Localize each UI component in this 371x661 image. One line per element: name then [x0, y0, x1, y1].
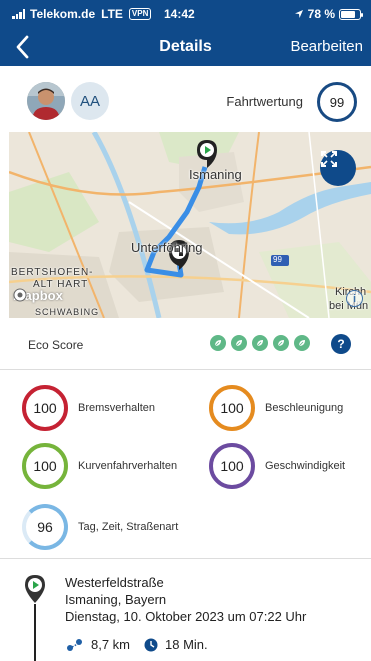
score-label: Bremsverhalten [78, 402, 156, 414]
trip-details: Westerfeldstraße Ismaning, Bayern Dienst… [0, 560, 371, 661]
top-bar: Telekom.de LTE VPN 14:42 78 % Details Be… [0, 0, 371, 66]
location-arrow-icon [294, 10, 303, 18]
route-map[interactable]: Ismaning Unterföhring BERTSHOFEN- ALT HA… [9, 132, 371, 318]
driving-scores: 100 Bremsverhalten 100 Beschleunigung 10… [0, 371, 371, 559]
eco-help-button[interactable]: ? [331, 334, 351, 354]
score-ring: 100 [22, 385, 68, 431]
score-acceleration: 100 Beschleunigung [209, 385, 343, 431]
carrier-name: Telekom.de [30, 7, 96, 21]
battery-icon [339, 8, 363, 20]
carrier-info: Telekom.de LTE VPN [12, 7, 152, 21]
leaf-icon [210, 335, 226, 351]
battery-percent: 78 % [307, 7, 335, 21]
score-cornering: 100 Kurvenfahrverhalten [22, 443, 177, 489]
map-canvas [9, 132, 371, 318]
score-ring: 100 [209, 385, 255, 431]
trip-meta: 8,7 km 18 Min. [66, 637, 208, 652]
eco-score-row: Eco Score ? [0, 318, 371, 370]
driver-initials[interactable]: AA [71, 82, 109, 120]
eco-score-label: Eco Score [28, 338, 84, 352]
leaf-icon [231, 335, 247, 351]
map-label-bertshofen: BERTSHOFEN- [11, 267, 94, 278]
trip-duration: 18 Min. [165, 637, 208, 652]
trip-header: AA Fahrtwertung 99 [0, 66, 371, 132]
route-line [34, 604, 36, 661]
score-braking: 100 Bremsverhalten [22, 385, 155, 431]
map-label-ismaning: Ismaning [189, 167, 242, 182]
expand-icon [321, 151, 337, 167]
fullscreen-button[interactable] [320, 150, 356, 186]
trip-distance: 8,7 km [91, 637, 131, 652]
score-ring: 100 [22, 443, 68, 489]
map-info-button[interactable]: i [346, 290, 363, 307]
status-bar: Telekom.de LTE VPN 14:42 78 % [0, 0, 371, 28]
map-label-schwabing: SCHWABING [35, 307, 100, 317]
map-road-number: 99 [273, 255, 282, 264]
score-label: Kurvenfahrverhalten [78, 460, 178, 472]
nav-bar: Details Bearbeiten [0, 32, 371, 62]
leaf-icon [294, 335, 310, 351]
rating-score: 99 [317, 82, 357, 122]
rating-label: Fahrtwertung [226, 94, 303, 109]
map-label-unterfoehring: Unterföhring [131, 240, 203, 255]
score-label: Geschwindigkeit [265, 460, 346, 472]
network-type: LTE [101, 7, 123, 21]
leaf-icon [273, 335, 289, 351]
start-datetime: Dienstag, 10. Oktober 2023 um 07:22 Uhr [65, 609, 307, 624]
score-ring: 96 [22, 504, 68, 550]
score-label: Tag, Zeit, Straßenart [78, 521, 179, 533]
clock-icon [144, 638, 158, 651]
eco-score-leaves [210, 335, 310, 351]
score-time-road: 96 Tag, Zeit, Straßenart [22, 504, 178, 550]
avatar[interactable] [27, 82, 65, 120]
start-pin-icon [25, 575, 45, 603]
edit-button[interactable]: Bearbeiten [290, 38, 363, 55]
status-right: 78 % [294, 7, 363, 21]
leaf-icon [252, 335, 268, 351]
score-label: Beschleunigung [265, 402, 344, 414]
score-speed: 100 Geschwindigkeit [209, 443, 345, 489]
mapbox-attribution[interactable]: mapbox [13, 288, 63, 303]
score-ring: 100 [209, 443, 255, 489]
clock: 14:42 [164, 7, 195, 21]
mapbox-logo-icon [13, 288, 27, 302]
start-city: Ismaning, Bayern [65, 592, 167, 607]
distance-icon [67, 638, 82, 651]
signal-icon [12, 9, 25, 19]
start-street: Westerfeldstraße [65, 575, 164, 590]
vpn-badge: VPN [128, 8, 152, 20]
